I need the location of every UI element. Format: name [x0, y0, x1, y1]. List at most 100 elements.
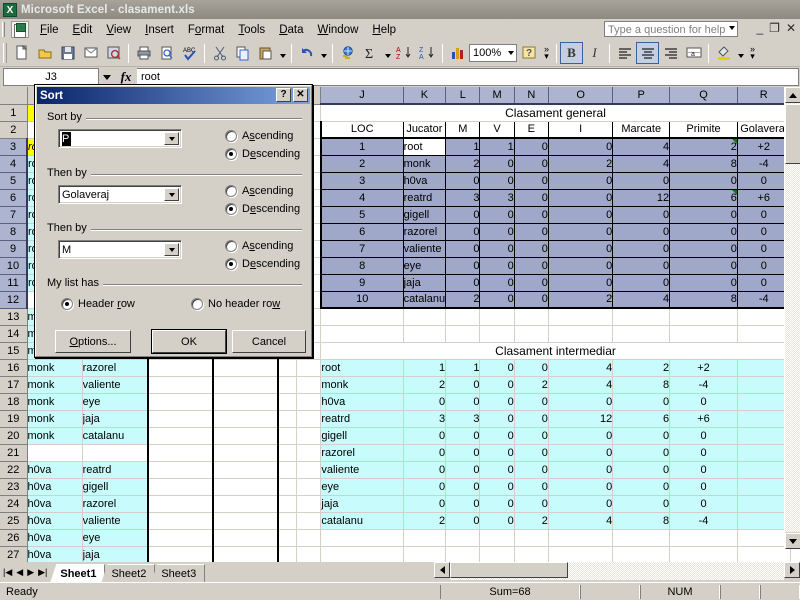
- general-M-catalanu[interactable]: 2: [446, 291, 480, 308]
- cell-left-playerB-22[interactable]: reatrd: [82, 461, 148, 478]
- inter-E-reatrd[interactable]: 0: [480, 410, 514, 427]
- cell-left-d-18[interactable]: [213, 393, 278, 410]
- workbook-document-icon[interactable]: [11, 21, 29, 38]
- general-golaveraj-catalanu[interactable]: -4: [737, 291, 790, 308]
- cell-left-d-25[interactable]: [213, 512, 278, 529]
- general-golaveraj-monk[interactable]: -4: [737, 155, 790, 172]
- vertical-scroll-track[interactable]: [785, 103, 800, 532]
- copy-icon[interactable]: [231, 42, 254, 64]
- help-icon[interactable]: ?: [517, 42, 540, 64]
- cell-left-c-17[interactable]: [148, 376, 213, 393]
- save-icon[interactable]: [56, 42, 79, 64]
- inter-M-jaja[interactable]: 0: [403, 495, 446, 512]
- cell-right-blank-14-9[interactable]: [737, 325, 790, 342]
- cell-right-blank-14-5[interactable]: [514, 325, 548, 342]
- inter-I-gigell[interactable]: 0: [514, 427, 548, 444]
- inter-marcate-jaja[interactable]: 0: [548, 495, 612, 512]
- cell-left-c-22[interactable]: [148, 461, 213, 478]
- inter-E-valiente[interactable]: 0: [480, 461, 514, 478]
- cell-right-blank-27-3[interactable]: [446, 546, 480, 562]
- inter-M-monk[interactable]: 2: [403, 376, 446, 393]
- last-sheet-button[interactable]: ▶|: [38, 567, 47, 578]
- inter-marcate-root[interactable]: 4: [548, 359, 612, 376]
- cell-right-blank-13-8[interactable]: [670, 308, 738, 325]
- cell-right-blank-26-1[interactable]: [321, 529, 403, 546]
- cell-left-e-20[interactable]: [278, 427, 297, 444]
- cell-right-blank-13-2[interactable]: [403, 308, 446, 325]
- inter-p-catalanu[interactable]: 0: [737, 512, 790, 529]
- general-V-reatrd[interactable]: 3: [480, 189, 514, 206]
- inter-M-valiente[interactable]: 0: [403, 461, 446, 478]
- row-header-19[interactable]: 19: [0, 410, 27, 427]
- inter-golaveraj-reatrd[interactable]: +6: [670, 410, 738, 427]
- undo-icon[interactable]: [295, 42, 318, 64]
- cell-left-d-24[interactable]: [213, 495, 278, 512]
- cell-left-d-16[interactable]: [213, 359, 278, 376]
- paste-icon[interactable]: [254, 42, 277, 64]
- general-primite-eye[interactable]: 0: [670, 257, 738, 274]
- general-jucator-catalanu[interactable]: catalanu: [403, 291, 446, 308]
- cell-left-c-20[interactable]: [148, 427, 213, 444]
- cell-left-playerB-17[interactable]: valiente: [82, 376, 148, 393]
- general-I-catalanu[interactable]: 2: [548, 291, 612, 308]
- inter-M-h0va[interactable]: 0: [403, 393, 446, 410]
- cell-left-e-21[interactable]: [278, 444, 297, 461]
- row-header-21[interactable]: 21: [0, 444, 27, 461]
- general-loc-2[interactable]: 2: [321, 155, 403, 172]
- inter-M-catalanu[interactable]: 2: [403, 512, 446, 529]
- cell-left-d-23[interactable]: [213, 478, 278, 495]
- row-header-7[interactable]: 7: [0, 206, 27, 223]
- inter-V-razorel[interactable]: 0: [446, 444, 480, 461]
- cell-right-blank-14-2[interactable]: [403, 325, 446, 342]
- cell-I-19[interactable]: [296, 410, 321, 427]
- cell-I-16[interactable]: [296, 359, 321, 376]
- inter-marcate-monk[interactable]: 4: [548, 376, 612, 393]
- general-jucator-valiente[interactable]: valiente: [403, 240, 446, 257]
- general-header-m[interactable]: M: [446, 121, 480, 138]
- inter-primite-h0va[interactable]: 0: [613, 393, 670, 410]
- row-header-14[interactable]: 14: [0, 325, 27, 342]
- general-golaveraj-jaja[interactable]: 0: [737, 274, 790, 291]
- inter-marcate-catalanu[interactable]: 4: [548, 512, 612, 529]
- scroll-up-button[interactable]: [785, 87, 800, 103]
- cell-left-e-27[interactable]: [278, 546, 297, 562]
- cell-right-blank-13-7[interactable]: [613, 308, 670, 325]
- cell-left-c-18[interactable]: [148, 393, 213, 410]
- general-I-monk[interactable]: 2: [548, 155, 612, 172]
- general-I-gigell[interactable]: 0: [548, 206, 612, 223]
- general-I-h0va[interactable]: 0: [548, 172, 612, 189]
- first-sheet-button[interactable]: |◀: [3, 567, 12, 578]
- general-E-razorel[interactable]: 0: [514, 223, 548, 240]
- row-header-20[interactable]: 20: [0, 427, 27, 444]
- chevron-down-icon[interactable]: [164, 188, 179, 201]
- cell-left-e-18[interactable]: [278, 393, 297, 410]
- sort-ascending-icon[interactable]: AZ: [393, 42, 416, 64]
- cell-I-25[interactable]: [296, 512, 321, 529]
- general-V-catalanu[interactable]: 0: [480, 291, 514, 308]
- general-jucator-root[interactable]: root: [403, 138, 446, 155]
- row-header-17[interactable]: 17: [0, 376, 27, 393]
- inter-jucator-h0va[interactable]: h0va: [321, 393, 403, 410]
- row-header-16[interactable]: 16: [0, 359, 27, 376]
- cell-right-blank-14-1[interactable]: [321, 325, 403, 342]
- general-marcate-reatrd[interactable]: 12: [613, 189, 670, 206]
- general-golaveraj-reatrd[interactable]: +6: [737, 189, 790, 206]
- cell-left-c-25[interactable]: [148, 512, 213, 529]
- inter-primite-razorel[interactable]: 0: [613, 444, 670, 461]
- then-by-1-combo[interactable]: Golaveraj: [58, 185, 182, 204]
- paste-dropdown-icon[interactable]: [277, 42, 288, 64]
- general-loc-6[interactable]: 6: [321, 223, 403, 240]
- inter-V-monk[interactable]: 0: [446, 376, 480, 393]
- row-header-6[interactable]: 6: [0, 189, 27, 206]
- next-sheet-button[interactable]: ▶: [27, 567, 34, 578]
- general-primite-monk[interactable]: 8: [670, 155, 738, 172]
- row-header-22[interactable]: 22: [0, 461, 27, 478]
- cell-left-playerA-21[interactable]: [27, 444, 82, 461]
- prev-sheet-button[interactable]: ◀: [16, 567, 23, 578]
- inter-jucator-gigell[interactable]: gigell: [321, 427, 403, 444]
- inter-V-root[interactable]: 1: [446, 359, 480, 376]
- inter-jucator-jaja[interactable]: jaja: [321, 495, 403, 512]
- cell-right-blank-26-0[interactable]: [296, 529, 321, 546]
- scroll-down-button[interactable]: [785, 533, 800, 549]
- cell-left-playerB-16[interactable]: razorel: [82, 359, 148, 376]
